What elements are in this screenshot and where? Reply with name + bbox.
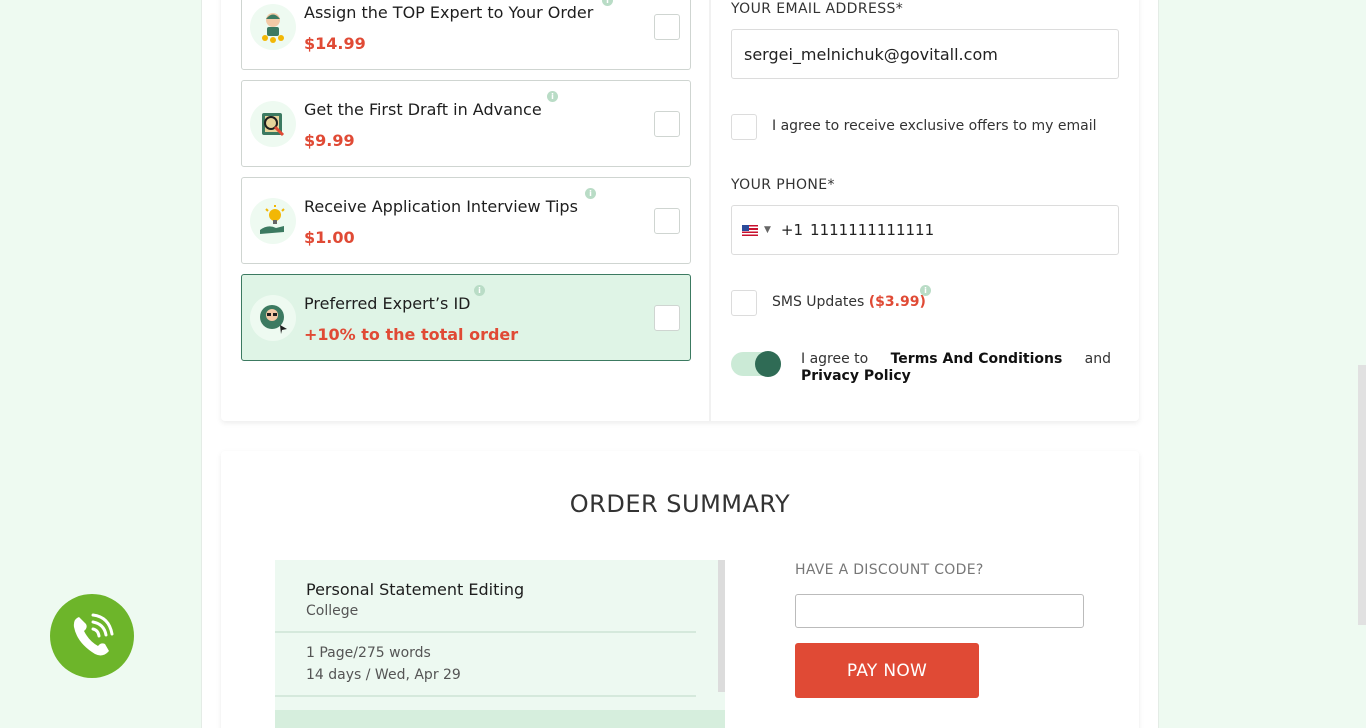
phone-value: 1111111111111 bbox=[810, 221, 935, 239]
call-button[interactable] bbox=[50, 594, 134, 678]
phone-label: YOUR PHONE* bbox=[731, 177, 835, 193]
addon-preferred-expert[interactable]: Preferred Expert’s ID +10% to the total … bbox=[241, 274, 691, 361]
discount-label: HAVE A DISCOUNT CODE? bbox=[795, 562, 984, 578]
summary-divider bbox=[275, 631, 696, 633]
offers-label: I agree to receive exclusive offers to m… bbox=[772, 118, 1097, 134]
sms-option: SMS Updates ($3.99) bbox=[772, 294, 926, 310]
summary-title: ORDER SUMMARY bbox=[569, 490, 791, 518]
addon-top-expert[interactable]: Assign the TOP Expert to Your Order $14.… bbox=[241, 0, 691, 70]
sms-price: ($3.99) bbox=[868, 294, 926, 310]
sms-checkbox[interactable] bbox=[731, 290, 757, 316]
addon-checkbox[interactable] bbox=[654, 14, 680, 40]
offers-checkbox[interactable] bbox=[731, 114, 757, 140]
addon-checkbox[interactable] bbox=[654, 305, 680, 331]
info-icon[interactable]: i bbox=[585, 188, 596, 199]
addon-checkbox[interactable] bbox=[654, 111, 680, 137]
summary-scrollbar[interactable] bbox=[718, 560, 725, 692]
terms-link[interactable]: Terms And Conditions bbox=[891, 351, 1063, 368]
info-icon[interactable]: i bbox=[920, 285, 931, 296]
summary-service: Personal Statement Editing bbox=[306, 580, 525, 599]
addon-interview-tips[interactable]: Receive Application Interview Tips $1.00 bbox=[241, 177, 691, 264]
summary-divider bbox=[275, 695, 696, 697]
addon-checkbox[interactable] bbox=[654, 208, 680, 234]
privacy-link[interactable]: Privacy Policy bbox=[801, 368, 1111, 385]
addon-price: +10% to the total order bbox=[304, 325, 519, 344]
terms-text: I agree to Terms And Conditions and Priv… bbox=[801, 351, 1111, 385]
addon-title: Get the First Draft in Advance bbox=[304, 100, 542, 119]
email-label: YOUR EMAIL ADDRESS* bbox=[731, 1, 904, 17]
addon-price: $1.00 bbox=[304, 228, 355, 247]
info-icon[interactable]: i bbox=[547, 91, 558, 102]
summary-deadline: 14 days / Wed, Apr 29 bbox=[306, 667, 461, 683]
summary-pages: 1 Page/275 words bbox=[306, 645, 431, 661]
page-scrollbar[interactable] bbox=[1358, 365, 1366, 625]
toggle-knob bbox=[755, 351, 781, 377]
sms-label: SMS Updates bbox=[772, 294, 865, 310]
pay-now-button[interactable]: PAY NOW bbox=[795, 643, 979, 698]
email-field[interactable]: sergei_melnichuk@govitall.com bbox=[731, 29, 1119, 79]
addon-title: Preferred Expert’s ID bbox=[304, 294, 471, 313]
expert-id-icon bbox=[250, 295, 296, 341]
draft-magnifier-icon bbox=[250, 101, 296, 147]
discount-input[interactable] bbox=[795, 594, 1084, 628]
us-flag-icon[interactable] bbox=[742, 224, 758, 236]
summary-level: College bbox=[306, 603, 359, 619]
top-expert-icon bbox=[250, 4, 296, 50]
terms-and: and bbox=[1084, 351, 1111, 367]
addon-first-draft[interactable]: Get the First Draft in Advance $9.99 bbox=[241, 80, 691, 167]
chevron-down-icon[interactable]: ▼ bbox=[764, 225, 771, 235]
column-divider bbox=[709, 0, 711, 421]
terms-toggle[interactable] bbox=[731, 351, 781, 377]
summary-total-row bbox=[275, 710, 725, 728]
addon-title: Assign the TOP Expert to Your Order bbox=[304, 3, 594, 22]
phone-field[interactable]: ▼ +1 1111111111111 bbox=[731, 205, 1119, 255]
email-value: sergei_melnichuk@govitall.com bbox=[744, 44, 998, 64]
terms-prefix: I agree to bbox=[801, 351, 869, 367]
addon-price: $14.99 bbox=[304, 34, 366, 53]
info-icon[interactable]: i bbox=[474, 285, 485, 296]
addon-title: Receive Application Interview Tips bbox=[304, 197, 578, 216]
addon-price: $9.99 bbox=[304, 131, 355, 150]
lightbulb-hand-icon bbox=[250, 198, 296, 244]
phone-icon bbox=[73, 613, 114, 656]
phone-code: +1 bbox=[780, 221, 804, 239]
